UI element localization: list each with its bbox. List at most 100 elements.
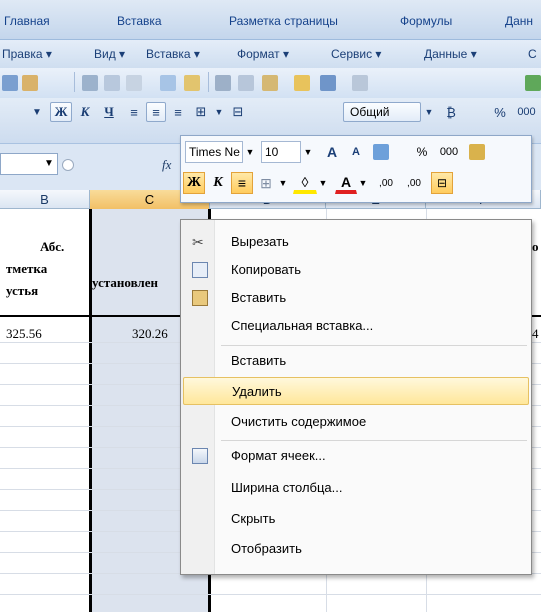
- mini-italic-button[interactable]: К: [207, 172, 229, 194]
- italic-button[interactable]: К: [74, 102, 96, 122]
- currency-format-icon[interactable]: ₿: [440, 102, 462, 122]
- mini-center-icon[interactable]: ≡: [231, 172, 253, 194]
- menu-item-hide[interactable]: Скрыть: [183, 505, 529, 533]
- number-format-value: Общий: [350, 105, 390, 119]
- thousands-separator-button[interactable]: 000: [512, 102, 541, 122]
- open-icon[interactable]: [22, 75, 38, 91]
- menu-more[interactable]: С: [528, 47, 537, 61]
- mini-toolbar: Times Ne ▼ 10 ▼ A A % 000 Ж К ≡ ⊞ ▼ ◊ ▼ …: [180, 135, 532, 203]
- increase-decimal-button[interactable]: ,00: [373, 172, 399, 194]
- cell-b-value[interactable]: 325.56: [6, 326, 42, 342]
- mini-bold-button[interactable]: Ж: [183, 172, 205, 194]
- menu-edit[interactable]: Правка ▾: [2, 47, 52, 61]
- classic-menu-bar: Правка ▾ Вид ▾ Вставка ▾ Формат ▾ Сервис…: [0, 40, 541, 68]
- menu-format[interactable]: Формат ▾: [237, 47, 289, 61]
- mini-font-size-field[interactable]: 10: [261, 141, 301, 163]
- paste-icon[interactable]: [262, 75, 278, 91]
- undo-icon[interactable]: [320, 75, 336, 91]
- mini-font-dropdown-icon[interactable]: ▼: [243, 141, 257, 163]
- underline-button[interactable]: Ч: [98, 102, 120, 122]
- grow-font-button[interactable]: A: [321, 141, 343, 163]
- research-icon[interactable]: [184, 75, 200, 91]
- percent-style-button[interactable]: %: [492, 102, 508, 122]
- tab-page-layout[interactable]: Разметка страницы: [229, 14, 338, 28]
- cell-b-header-line1: Абс.: [40, 239, 65, 254]
- menu-item-label: Отобразить: [231, 541, 302, 556]
- format-painter-icon[interactable]: [294, 75, 310, 91]
- spelling-icon[interactable]: [160, 75, 176, 91]
- cell-b-header-line3: устья: [6, 283, 39, 298]
- cell-c-header: установлен: [92, 275, 158, 290]
- wrap-text-icon[interactable]: ⊟: [228, 102, 248, 122]
- paste-icon: [192, 290, 208, 306]
- menu-insert[interactable]: Вставка ▾: [146, 47, 200, 61]
- cut-icon[interactable]: [215, 75, 231, 91]
- menu-item-format-cells[interactable]: Формат ячеек...: [183, 442, 529, 470]
- cell-c-value[interactable]: 320.26: [132, 326, 168, 342]
- print-preview-icon[interactable]: [104, 75, 120, 91]
- number-format-dropdown-icon[interactable]: ▼: [422, 102, 436, 122]
- menu-item-delete[interactable]: Удалить: [183, 377, 529, 405]
- menu-item-unhide[interactable]: Отобразить: [183, 535, 529, 563]
- font-dropdown-arrow-icon[interactable]: ▼: [30, 102, 44, 122]
- menu-item-column-width[interactable]: Ширина столбца...: [183, 474, 529, 502]
- bold-button[interactable]: Ж: [50, 102, 72, 122]
- menu-item-clear-contents[interactable]: Очистить содержимое: [183, 408, 529, 436]
- menu-item-paste[interactable]: Вставить: [183, 284, 529, 312]
- menu-item-insert[interactable]: Вставить: [183, 347, 529, 375]
- format-cells-icon: [192, 448, 208, 464]
- mini-merge-icon[interactable]: ⊟: [431, 172, 453, 194]
- mini-borders-dropdown-icon[interactable]: ▼: [277, 172, 289, 194]
- mini-size-dropdown-icon[interactable]: ▼: [301, 141, 315, 163]
- tab-formulas[interactable]: Формулы: [400, 14, 452, 28]
- tab-data[interactable]: Данн: [505, 14, 533, 28]
- shrink-font-button[interactable]: A: [345, 141, 367, 163]
- align-center-icon[interactable]: ≡: [146, 102, 166, 122]
- copy-icon[interactable]: [238, 75, 254, 91]
- hyperlink-icon[interactable]: [525, 75, 541, 91]
- permission-icon[interactable]: [126, 75, 142, 91]
- name-box-dropdown-icon[interactable]: ▼: [44, 158, 54, 169]
- align-right-icon[interactable]: ≡: [168, 102, 188, 122]
- menu-item-label: Вставить: [231, 353, 287, 368]
- decrease-decimal-button[interactable]: ,00: [401, 172, 427, 194]
- font-color-icon[interactable]: A: [335, 172, 357, 194]
- mini-thousands-button[interactable]: 000: [435, 141, 463, 163]
- cell-f-value[interactable]: 4: [532, 326, 539, 342]
- menu-item-copy[interactable]: Копировать: [183, 256, 529, 284]
- tab-home[interactable]: Главная: [4, 14, 50, 28]
- fill-color-dropdown-icon[interactable]: ▼: [317, 172, 329, 194]
- standard-toolbar: [0, 68, 541, 98]
- toolbar-separator: [74, 72, 75, 92]
- print-icon[interactable]: [82, 75, 98, 91]
- menu-view[interactable]: Вид ▾: [94, 47, 125, 61]
- menu-item-label: Специальная вставка...: [231, 318, 374, 333]
- menu-tools[interactable]: Сервис ▾: [331, 47, 381, 61]
- cell-b-header-line2: тметка: [6, 261, 48, 276]
- mini-percent-button[interactable]: %: [413, 141, 431, 163]
- expand-formula-icon[interactable]: [62, 159, 74, 171]
- menu-item-label: Ширина столбца...: [231, 480, 343, 495]
- menu-item-label: Копировать: [231, 262, 301, 277]
- merge-center-icon[interactable]: ⊞: [190, 102, 212, 122]
- menu-item-cut[interactable]: ✂ Вырезать: [183, 228, 529, 256]
- mini-format-painter-icon[interactable]: [469, 144, 485, 160]
- save-icon[interactable]: [2, 75, 18, 91]
- mini-font-name-field[interactable]: Times Ne: [185, 141, 243, 163]
- insert-function-icon[interactable]: fx: [162, 157, 171, 173]
- mini-borders-icon[interactable]: ⊞: [255, 172, 277, 194]
- menu-item-paste-special[interactable]: Специальная вставка...: [183, 312, 529, 340]
- menu-item-label: Формат ячеек...: [231, 448, 326, 463]
- menu-item-label: Очистить содержимое: [231, 414, 367, 429]
- menu-data[interactable]: Данные ▾: [424, 47, 477, 61]
- column-header-b[interactable]: B: [0, 190, 90, 209]
- tab-insert[interactable]: Вставка: [117, 14, 162, 28]
- mini-currency-icon[interactable]: [373, 144, 389, 160]
- align-left-icon[interactable]: ≡: [124, 102, 144, 122]
- font-color-dropdown-icon[interactable]: ▼: [357, 172, 369, 194]
- redo-icon[interactable]: [352, 75, 368, 91]
- number-format-select[interactable]: Общий: [343, 102, 421, 122]
- scissors-icon: ✂: [192, 234, 204, 250]
- fill-color-icon[interactable]: ◊: [293, 172, 317, 194]
- merge-dropdown-icon[interactable]: ▼: [212, 102, 226, 122]
